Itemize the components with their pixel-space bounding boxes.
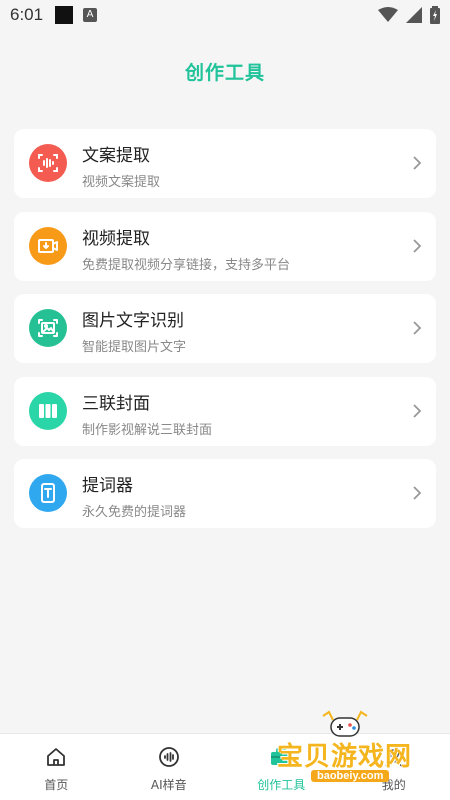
nav-ai-voice[interactable]: AI样音 [113, 734, 226, 800]
nav-home[interactable]: 首页 [0, 734, 113, 800]
voice-icon [158, 747, 179, 767]
audio-wave-icon [29, 144, 67, 182]
app-notification-icon: A [83, 8, 98, 22]
image-scan-icon [29, 309, 67, 347]
chevron-right-icon [413, 321, 422, 335]
tool-list: 文案提取 视频文案提取 视频提取 免费提取视频分享链接，支持多平台 图片文字识别… [14, 129, 436, 542]
signal-icon [406, 7, 422, 23]
chevron-right-icon [413, 486, 422, 500]
tool-title: 提词器 [82, 476, 133, 496]
status-time: 6:01 [10, 5, 44, 24]
tool-subtitle: 视频文案提取 [82, 175, 161, 190]
tool-card-image-ocr[interactable]: 图片文字识别 智能提取图片文字 [14, 294, 436, 363]
tool-title: 视频提取 [82, 228, 150, 249]
tool-card-teleprompter[interactable]: 提词器 永久免费的提词器 [14, 459, 436, 528]
nav-label: AI样音 [150, 778, 187, 792]
chevron-right-icon [413, 403, 422, 418]
battery-icon [430, 6, 440, 24]
status-bar: 6:01 A [0, 0, 450, 30]
chevron-right-icon [413, 156, 422, 170]
watermark: 宝贝游戏网 baobeiy.com [275, 708, 450, 783]
watermark-url: baobeiy.com [311, 770, 390, 782]
page-title: 创作工具 [184, 62, 265, 84]
tool-title: 文案提取 [82, 146, 150, 166]
chevron-right-icon [413, 238, 422, 253]
wifi-icon [378, 7, 398, 22]
tool-title: 三联封面 [82, 393, 150, 414]
tool-card-text-extract[interactable]: 文案提取 视频文案提取 [14, 129, 436, 198]
tool-card-video-extract[interactable]: 视频提取 免费提取视频分享链接，支持多平台 [14, 211, 436, 281]
tool-card-triple-cover[interactable]: 三联封面 制作影视解说三联封面 [14, 376, 436, 446]
tool-title: 图片文字识别 [82, 311, 184, 331]
triple-panel-icon [29, 391, 67, 430]
tool-subtitle: 制作影视解说三联封面 [82, 422, 213, 438]
tool-subtitle: 智能提取图片文字 [82, 340, 187, 355]
notification-icon [55, 6, 74, 24]
video-download-icon [29, 226, 67, 265]
watermark-text: 宝贝游戏网 [277, 742, 413, 772]
teleprompter-icon [29, 474, 67, 512]
nav-label: 首页 [44, 778, 69, 792]
tool-subtitle: 免费提取视频分享链接，支持多平台 [82, 257, 291, 273]
home-icon [47, 748, 66, 766]
tool-subtitle: 永久免费的提词器 [82, 505, 187, 520]
